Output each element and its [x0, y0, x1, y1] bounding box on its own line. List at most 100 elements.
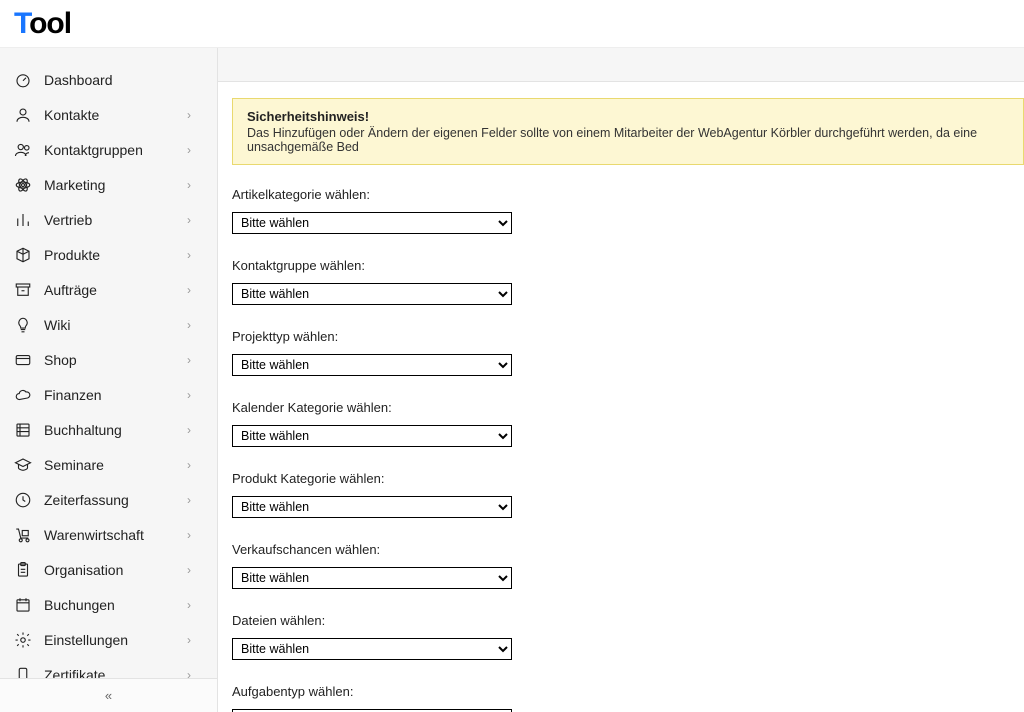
sidebar-item-list: DashboardKontakte›Kontaktgruppen›Marketi…	[0, 48, 217, 678]
field-select-6[interactable]: Bitte wählen	[232, 638, 512, 660]
sidebar-item-seminare[interactable]: Seminare›	[0, 447, 217, 482]
ledger-icon	[14, 421, 32, 439]
bars-icon	[14, 211, 32, 229]
sidebar-item-zeiterfassung[interactable]: Zeiterfassung›	[0, 482, 217, 517]
sidebar-item-label: Zertifikate	[44, 667, 187, 679]
sidebar-item-label: Marketing	[44, 177, 187, 193]
sidebar-item-vertrieb[interactable]: Vertrieb›	[0, 202, 217, 237]
grad-icon	[14, 456, 32, 474]
sidebar-item-kontaktgruppen[interactable]: Kontaktgruppen›	[0, 132, 217, 167]
warning-title: Sicherheitshinweis!	[247, 109, 1009, 124]
chevron-right-icon: ›	[187, 423, 203, 437]
sidebar-item-label: Aufträge	[44, 282, 187, 298]
sidebar-item-kontakte[interactable]: Kontakte›	[0, 97, 217, 132]
sidebar-item-buchhaltung[interactable]: Buchhaltung›	[0, 412, 217, 447]
clock-icon	[14, 491, 32, 509]
sidebar-item-organisation[interactable]: Organisation›	[0, 552, 217, 587]
gauge-icon	[14, 71, 32, 89]
chevron-right-icon: ›	[187, 633, 203, 647]
sidebar-item-shop[interactable]: Shop›	[0, 342, 217, 377]
field-group-5: Verkaufschancen wählen: Bitte wählen	[232, 542, 1024, 607]
field-group-4: Produkt Kategorie wählen: Bitte wählen	[232, 471, 1024, 536]
sidebar-item-label: Vertrieb	[44, 212, 187, 228]
sidebar-item-zertifikate[interactable]: Zertifikate›	[0, 657, 217, 678]
field-select-2[interactable]: Bitte wählen	[232, 354, 512, 376]
field-group-0: Artikelkategorie wählen: Bitte wählen	[232, 187, 1024, 252]
chevron-right-icon: ›	[187, 213, 203, 227]
sidebar-item-einstellungen[interactable]: Einstellungen›	[0, 622, 217, 657]
field-label: Kontaktgruppe wählen:	[232, 258, 1024, 273]
chevron-right-icon: ›	[187, 143, 203, 157]
field-label: Dateien wählen:	[232, 613, 1024, 628]
sidebar-item-warenwirtschaft[interactable]: Warenwirtschaft›	[0, 517, 217, 552]
field-select-3[interactable]: Bitte wählen	[232, 425, 512, 447]
chevron-right-icon: ›	[187, 598, 203, 612]
sidebar-item-wiki[interactable]: Wiki›	[0, 307, 217, 342]
sidebar-item-label: Wiki	[44, 317, 187, 333]
sidebar-item-label: Seminare	[44, 457, 187, 473]
users-icon	[14, 141, 32, 159]
logo-accent: T	[14, 7, 29, 40]
sidebar-item-produkte[interactable]: Produkte›	[0, 237, 217, 272]
custom-fields-form: Artikelkategorie wählen: Bitte wählen Kont…	[218, 187, 1024, 712]
logo-rest: ool	[29, 7, 71, 40]
security-warning: Sicherheitshinweis! Das Hinzufügen oder …	[232, 98, 1024, 165]
chevron-right-icon: ›	[187, 283, 203, 297]
sidebar-item-label: Dashboard	[44, 72, 203, 88]
app-logo: Tool	[14, 7, 71, 41]
clipboard-icon	[14, 561, 32, 579]
field-label: Artikelkategorie wählen:	[232, 187, 1024, 202]
chevron-right-icon: ›	[187, 458, 203, 472]
field-select-4[interactable]: Bitte wählen	[232, 496, 512, 518]
content-topbar	[218, 48, 1024, 82]
sidebar-collapse-button[interactable]: «	[0, 678, 217, 712]
sidebar-item-label: Kontaktgruppen	[44, 142, 187, 158]
device-icon	[14, 666, 32, 679]
gear-icon	[14, 631, 32, 649]
field-label: Aufgabentyp wählen:	[232, 684, 1024, 699]
app-header: Tool	[0, 0, 1024, 48]
chevron-right-icon: ›	[187, 388, 203, 402]
chevron-right-icon: ›	[187, 493, 203, 507]
chevron-right-icon: ›	[187, 318, 203, 332]
field-group-3: Kalender Kategorie wählen: Bitte wählen	[232, 400, 1024, 465]
field-group-6: Dateien wählen: Bitte wählen	[232, 613, 1024, 678]
field-label: Kalender Kategorie wählen:	[232, 400, 1024, 415]
main-content: Sicherheitshinweis! Das Hinzufügen oder …	[218, 48, 1024, 712]
cal-icon	[14, 596, 32, 614]
sidebar-item-label: Produkte	[44, 247, 187, 263]
sidebar-item-dashboard[interactable]: Dashboard	[0, 62, 217, 97]
field-label: Projekttyp wählen:	[232, 329, 1024, 344]
chevron-left-double-icon: «	[105, 688, 112, 703]
warning-body: Das Hinzufügen oder Ändern der eigenen F…	[247, 126, 1009, 154]
sidebar-item-label: Finanzen	[44, 387, 187, 403]
chevron-right-icon: ›	[187, 178, 203, 192]
field-group-2: Projekttyp wählen: Bitte wählen	[232, 329, 1024, 394]
chevron-right-icon: ›	[187, 248, 203, 262]
sidebar-item-auftr-ge[interactable]: Aufträge›	[0, 272, 217, 307]
chevron-right-icon: ›	[187, 668, 203, 679]
sidebar-item-finanzen[interactable]: Finanzen›	[0, 377, 217, 412]
bulb-icon	[14, 316, 32, 334]
field-select-5[interactable]: Bitte wählen	[232, 567, 512, 589]
sidebar-item-buchungen[interactable]: Buchungen›	[0, 587, 217, 622]
field-select-0[interactable]: Bitte wählen	[232, 212, 512, 234]
cube-icon	[14, 246, 32, 264]
sidebar-item-label: Kontakte	[44, 107, 187, 123]
sidebar-item-label: Einstellungen	[44, 632, 187, 648]
chevron-right-icon: ›	[187, 528, 203, 542]
sidebar-item-marketing[interactable]: Marketing›	[0, 167, 217, 202]
sidebar-item-label: Organisation	[44, 562, 187, 578]
field-select-1[interactable]: Bitte wählen	[232, 283, 512, 305]
sidebar-item-label: Warenwirtschaft	[44, 527, 187, 543]
sidebar-item-label: Shop	[44, 352, 187, 368]
chevron-right-icon: ›	[187, 563, 203, 577]
chevron-right-icon: ›	[187, 108, 203, 122]
field-label: Verkaufschancen wählen:	[232, 542, 1024, 557]
dolly-icon	[14, 526, 32, 544]
sidebar-item-label: Zeiterfassung	[44, 492, 187, 508]
atom-icon	[14, 176, 32, 194]
archive-icon	[14, 281, 32, 299]
sidebar-item-label: Buchungen	[44, 597, 187, 613]
field-label: Produkt Kategorie wählen:	[232, 471, 1024, 486]
